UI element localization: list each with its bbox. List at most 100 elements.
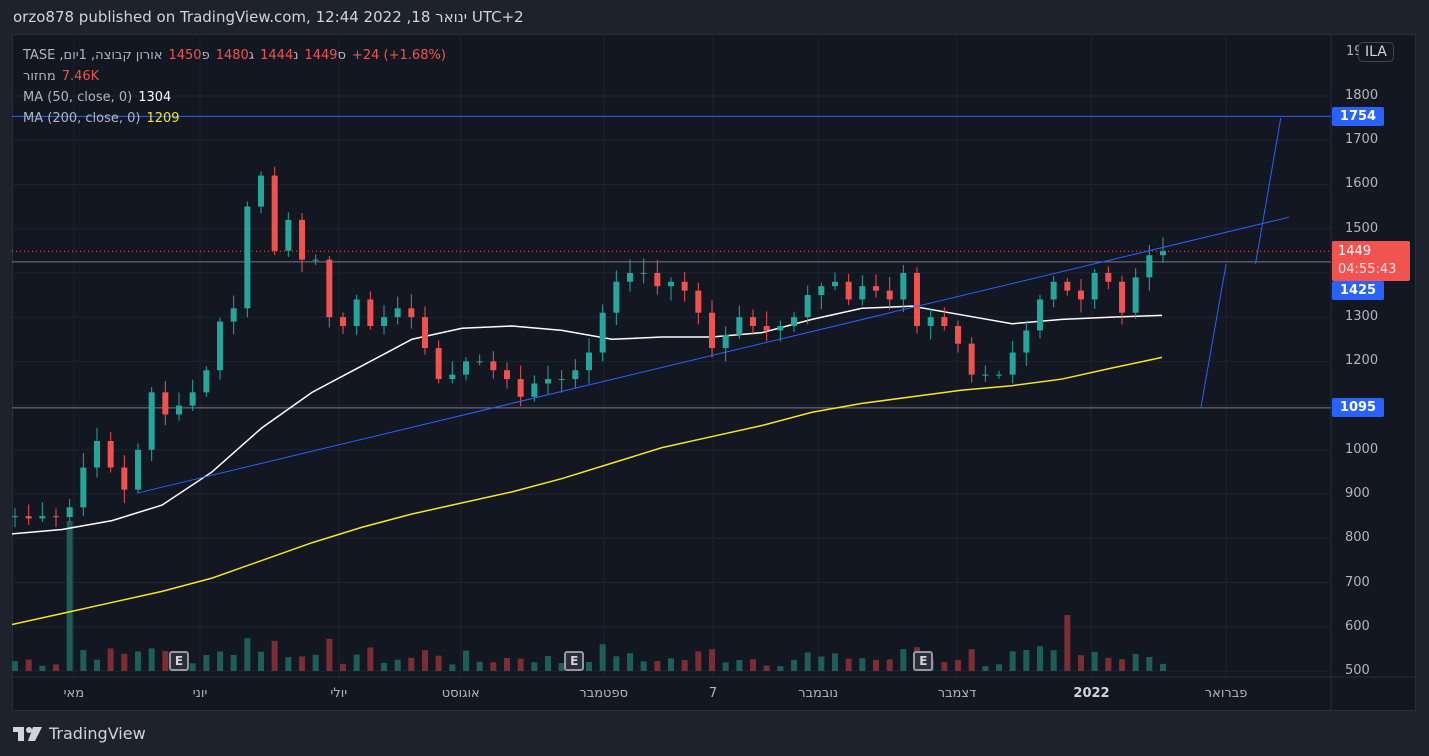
volume-bar — [299, 656, 305, 671]
volume-bar — [654, 661, 661, 671]
tradingview-logo[interactable]: TradingView — [13, 724, 146, 743]
trendline — [1200, 263, 1227, 408]
low-value: 1444 — [260, 48, 294, 63]
close-label: ס — [337, 48, 346, 63]
volume-bar — [1078, 655, 1084, 671]
open-label: פ — [201, 48, 210, 63]
price-tick: 1800 — [1345, 88, 1379, 103]
ma50-label: MA (50, close, 0) — [23, 90, 133, 105]
volume-bar — [545, 655, 551, 671]
earnings-marker[interactable]: E — [913, 651, 934, 671]
candle-body — [900, 272, 907, 300]
ma50-row[interactable]: MA (50, close, 0) 1304 — [23, 87, 446, 108]
volume-bar — [490, 662, 497, 671]
volume-bar — [394, 659, 401, 671]
price-tick: 800 — [1345, 530, 1370, 546]
volume-bar — [107, 648, 114, 671]
level-badge-1754: 1754 — [1332, 107, 1384, 126]
bar-countdown: 04:55:43 — [1338, 262, 1397, 277]
volume-bar — [162, 651, 169, 671]
candle-body — [914, 272, 920, 326]
candle-body — [230, 308, 237, 322]
earnings-marker[interactable]: E — [169, 651, 189, 671]
candle-body — [654, 272, 661, 287]
ohlc-row: אורון קבוצה, 1יום, TASE פ1450 ג1480 נ144… — [23, 45, 446, 66]
volume-bar — [640, 661, 647, 671]
volume-bar — [203, 655, 210, 671]
volume-bar — [886, 659, 893, 671]
volume-bar — [271, 640, 278, 671]
candle-body — [750, 317, 756, 326]
candle-body — [695, 290, 702, 313]
volume-bar — [722, 662, 729, 671]
low-label: נ — [293, 48, 299, 63]
candle-body — [1105, 272, 1112, 282]
volume-bar — [996, 664, 1002, 671]
volume-bar — [435, 655, 442, 671]
candle-body — [709, 312, 715, 349]
candle-body — [1119, 281, 1125, 313]
volume-bar — [832, 653, 838, 671]
volume-bar — [312, 654, 319, 671]
volume-bar — [750, 659, 756, 671]
ma200-row[interactable]: MA (200, close, 0) 1209 — [23, 108, 446, 129]
candle-body — [1009, 352, 1016, 375]
volume-bar — [900, 649, 907, 671]
volume-bar — [463, 650, 469, 671]
candle-body — [1091, 272, 1098, 300]
candle-body — [189, 392, 196, 406]
volume-bar — [695, 651, 702, 671]
price-tick: 1200 — [1345, 353, 1379, 369]
ma200-value: 1209 — [146, 111, 180, 126]
volume-bar — [668, 658, 674, 671]
candle-body — [367, 299, 374, 326]
volume-bar — [1119, 659, 1125, 671]
volume-bar — [408, 657, 415, 671]
volume-bar — [1037, 646, 1043, 671]
candle-body — [312, 259, 319, 261]
candle-body — [39, 516, 46, 519]
candle-body — [1160, 251, 1166, 256]
volume-bar — [709, 649, 715, 671]
candle-body — [818, 286, 825, 296]
price-tick: 500 — [1345, 662, 1370, 678]
currency-button[interactable]: ILA — [1358, 42, 1394, 62]
candle-body — [326, 259, 333, 318]
volume-bar — [340, 663, 346, 671]
volume-bar — [873, 659, 879, 671]
volume-bar — [1091, 651, 1098, 671]
time-tick: יוני — [192, 686, 208, 701]
candle-body — [381, 317, 387, 326]
candle-body — [449, 374, 456, 380]
candle-body — [12, 516, 18, 518]
volume-bar — [1009, 651, 1016, 671]
volume-bar — [1146, 656, 1153, 671]
close-value: 1449 — [304, 48, 338, 63]
candle-body — [531, 383, 538, 397]
candle-body — [176, 405, 182, 415]
volume-bar — [941, 661, 948, 671]
volume-bar — [353, 654, 360, 671]
volume-bar — [1132, 653, 1139, 671]
volume-bar — [422, 650, 428, 671]
candle-body — [886, 290, 893, 300]
price-chart[interactable] — [12, 34, 1416, 711]
candle-body — [1132, 277, 1139, 313]
candle-body — [873, 286, 879, 291]
symbol-name[interactable]: אורון קבוצה, 1יום, TASE — [23, 45, 162, 66]
candle-body — [121, 467, 128, 490]
candle-body — [148, 392, 155, 450]
candle-body — [1037, 299, 1043, 331]
volume-bar — [217, 651, 223, 671]
candle-body — [832, 281, 838, 287]
candle-body — [558, 379, 565, 381]
volume-bar — [189, 663, 196, 671]
volume-bar — [135, 651, 141, 671]
price-tick: 1700 — [1345, 132, 1379, 148]
candle-body — [285, 219, 292, 251]
price-tick: 600 — [1345, 618, 1370, 634]
volume-bar — [681, 659, 688, 671]
earnings-marker[interactable]: E — [564, 651, 585, 671]
candle-body — [107, 440, 114, 468]
volume-bar — [791, 659, 797, 671]
